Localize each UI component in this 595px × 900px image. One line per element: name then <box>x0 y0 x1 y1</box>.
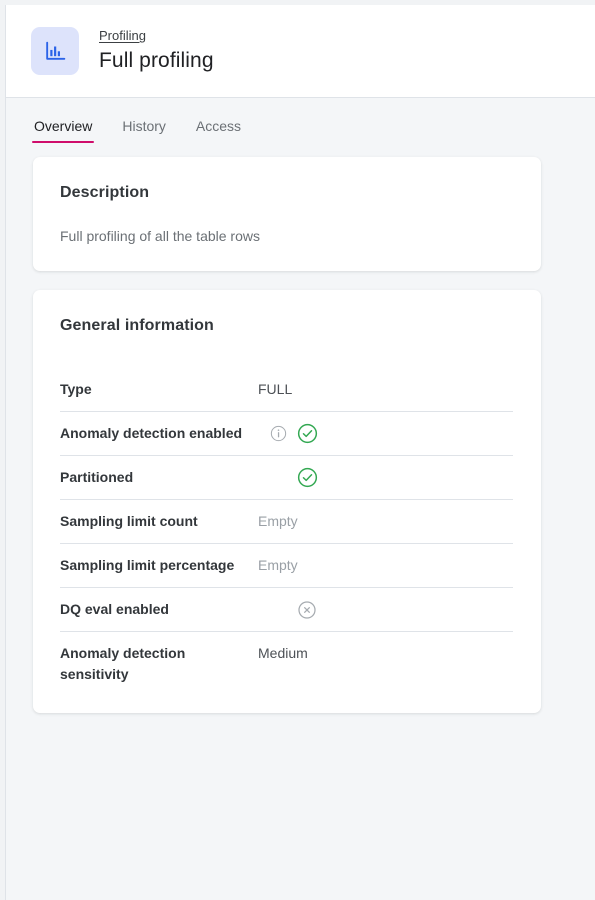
row-value: FULL <box>258 381 293 397</box>
table-row: Type FULL <box>60 368 513 412</box>
cards-area: Description Full profiling of all the ta… <box>6 143 595 713</box>
tab-access[interactable]: Access <box>194 118 243 143</box>
row-value <box>258 423 513 444</box>
row-value <box>258 599 513 620</box>
row-label: Type <box>60 381 92 397</box>
tab-access-label: Access <box>195 118 242 134</box>
check-circle-icon <box>297 423 318 444</box>
general-information-card: General information Type FULL Anomaly de… <box>33 290 541 713</box>
cross-circle-icon <box>297 600 317 620</box>
description-card-text: Full profiling of all the table rows <box>60 228 260 244</box>
table-row: Anomaly detection enabled <box>60 412 513 456</box>
table-row: Anomaly detection sensitivity Medium <box>60 632 513 687</box>
row-label: Sampling limit count <box>60 513 198 529</box>
check-circle-icon <box>297 467 318 488</box>
row-label: Sampling limit percentage <box>60 557 235 573</box>
info-icon[interactable] <box>270 425 287 442</box>
description-card-title: Description <box>60 184 150 201</box>
description-card: Description Full profiling of all the ta… <box>33 157 541 271</box>
tab-history[interactable]: History <box>120 118 168 143</box>
header-texts: Profiling Full profiling <box>99 28 214 74</box>
row-value: Empty <box>258 513 298 529</box>
row-label: Anomaly detection sensitivity <box>60 645 186 682</box>
table-row: DQ eval enabled <box>60 588 513 632</box>
table-row: Sampling limit percentage Empty <box>60 544 513 588</box>
table-row: Sampling limit count Empty <box>60 500 513 544</box>
tabs-bar: Overview History Access <box>6 98 595 143</box>
row-value: Medium <box>258 645 308 661</box>
tab-overview[interactable]: Overview <box>32 118 95 143</box>
tab-overview-label: Overview <box>34 118 93 134</box>
general-information-table: Type FULL Anomaly detection enabled Part… <box>60 368 513 687</box>
row-label: Anomaly detection enabled <box>60 425 243 441</box>
breadcrumb-link-profiling[interactable]: Profiling <box>99 28 146 44</box>
page-title: Full profiling <box>99 49 214 72</box>
general-information-card-title: General information <box>60 317 214 334</box>
table-row: Partitioned <box>60 456 513 500</box>
app-frame: Profiling Full profiling Overview Histor… <box>0 0 595 900</box>
row-label: DQ eval enabled <box>60 601 169 617</box>
row-value <box>258 467 513 488</box>
row-value: Empty <box>258 557 298 573</box>
row-label: Partitioned <box>60 469 134 485</box>
app-content: Profiling Full profiling Overview Histor… <box>5 5 595 900</box>
page-header: Profiling Full profiling <box>6 5 595 98</box>
tab-history-label: History <box>122 118 166 134</box>
bar-chart-icon <box>31 27 79 75</box>
